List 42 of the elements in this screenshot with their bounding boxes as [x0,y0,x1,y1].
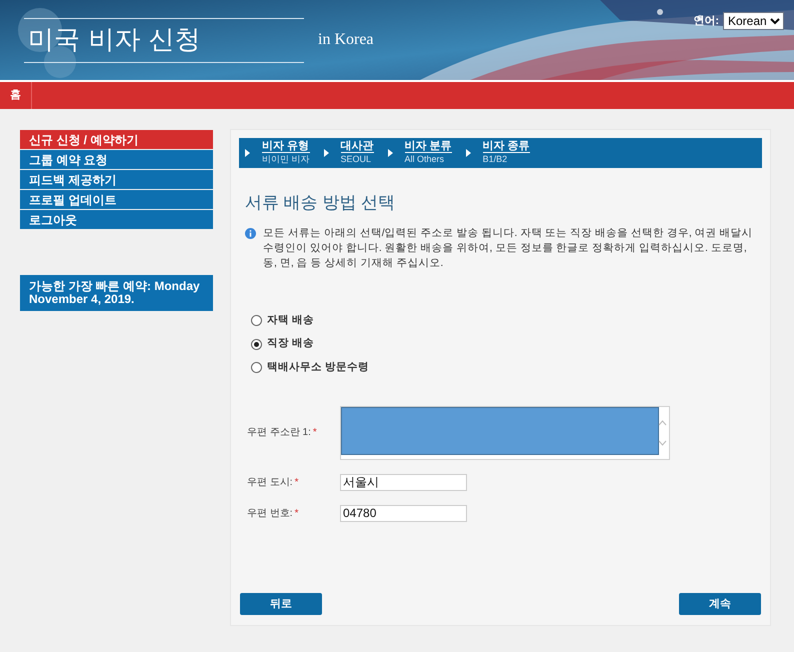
field-label: 우편 도시: [247,476,293,490]
radio-button[interactable] [251,314,262,326]
breadcrumb-title: 비자 유형 [262,141,310,153]
required-mark: * [294,506,298,521]
chevron-icon [324,149,329,157]
chevron-icon [245,149,250,157]
required-mark: * [294,476,298,490]
sidebar-item[interactable]: 프로필 업데이트 [20,190,213,209]
language-select[interactable]: Korean [723,12,784,30]
sidebar-item[interactable]: 그룹 예약 요청 [20,150,213,169]
site-title: 미국 비자 신청 [24,18,304,62]
nav-tab[interactable]: 홈 [0,82,32,109]
radio-label: 자택 배송 [267,312,314,328]
chevron-icon [466,149,471,157]
page-heading: 서류 배송 방법 선택 [245,192,396,214]
back-button[interactable]: 뒤로 [240,593,322,615]
sidebar-item[interactable]: 로그아웃 [20,210,213,229]
language-label: 언어: [693,14,719,29]
chevron-icon [388,149,393,157]
breadcrumb-value: B1/B2 [482,154,508,165]
sidebar-item[interactable]: 피드백 제공하기 [20,170,213,189]
earliest-appointment-notice: 가능한 가장 빠른 예약: Monday November 4, 2019. [20,275,213,311]
breadcrumb-title: 비자 종류 [482,141,530,153]
radio-button[interactable] [251,338,262,350]
info-text: 모든 서류는 아래의 선택/입력된 주소로 발송 됩니다. 자택 또는 직장 배송을 선택한 경우, 여권 배달시 수령인이 있어야 합니다. 원활한 배송을 위하여, 모든 정보를 한글로 정확하게 입력하십시오. 도로명, 동, 면, 읍 등 상세히 기재해 주십시오. [263,226,754,270]
field-label: 우편 번호: [247,506,293,521]
sidebar-item[interactable]: 신규 신청 / 예약하기 [20,130,213,149]
breadcrumb-value: 비이민 비자 [262,154,310,165]
field-label: 우편 주소란 1: [247,426,311,440]
continue-button[interactable]: 계속 [679,593,761,615]
site-subtitle: in Korea [318,30,374,50]
radio-label: 직장 배송 [267,336,314,352]
breadcrumb-value: All Others [404,154,446,165]
text-input[interactable]: 04780 [340,504,467,522]
required-mark: * [312,426,317,440]
breadcrumb-title: 비자 분류 [404,141,452,153]
breadcrumb-title: 대사관 [340,141,374,153]
text-input[interactable]: 서울시 [340,474,467,491]
radio-button[interactable] [251,362,262,374]
radio-label: 택배사무소 방문수령 [267,360,369,375]
breadcrumb-value: SEOUL [340,154,372,165]
info-icon [245,228,256,238]
